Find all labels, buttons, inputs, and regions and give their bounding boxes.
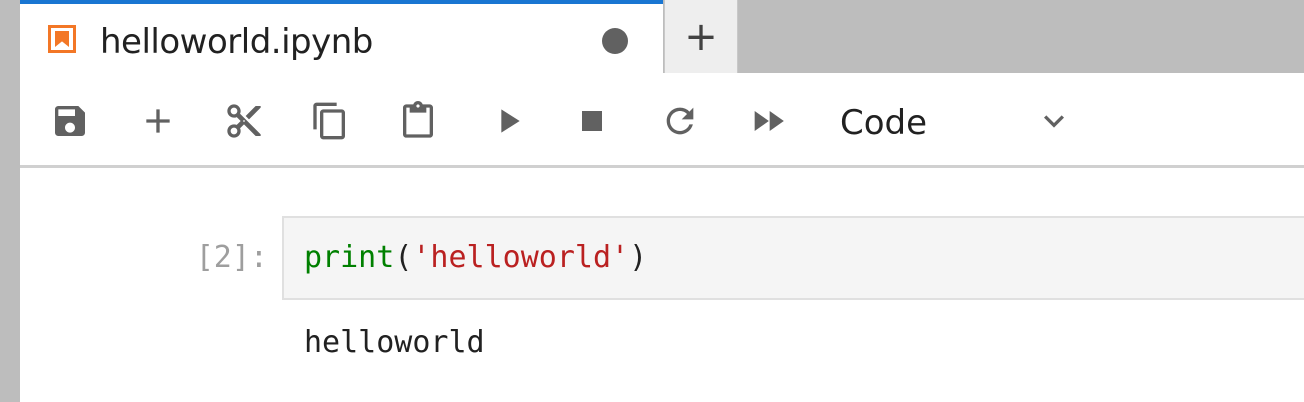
paste-icon [403, 101, 433, 138]
tab-bar: helloworld.ipynb + [0, 0, 1304, 73]
restart-button[interactable] [656, 97, 704, 145]
cut-button[interactable] [220, 97, 268, 145]
tab-helloworld[interactable]: helloworld.ipynb [20, 0, 663, 73]
code-string: 'helloworld' [412, 240, 630, 275]
code-cell-editor[interactable]: print('helloworld') [282, 216, 1304, 300]
add-icon [146, 109, 170, 133]
stop-icon [582, 111, 602, 131]
copy-icon [313, 102, 345, 140]
run-all-button[interactable] [744, 97, 792, 145]
notebook-panel: Code [2]: print('helloworld') helloworld [20, 73, 1304, 402]
save-button[interactable] [46, 97, 94, 145]
code-close-paren: ) [629, 240, 648, 275]
cell-prompt: [2]: [195, 240, 268, 275]
refresh-icon [666, 107, 694, 135]
tab-title: helloworld.ipynb [100, 22, 373, 62]
interrupt-button[interactable] [568, 97, 616, 145]
unsaved-indicator-icon[interactable] [602, 28, 628, 54]
cell-output: helloworld [304, 325, 485, 360]
paste-button[interactable] [394, 97, 442, 145]
new-tab-button[interactable]: + [664, 0, 738, 73]
fast-forward-icon [754, 111, 784, 131]
code-builtin: print [304, 240, 395, 275]
run-icon [501, 109, 520, 133]
run-button[interactable] [484, 97, 532, 145]
notebook-icon [48, 25, 76, 53]
code-line[interactable]: print('helloworld') [304, 240, 647, 275]
chevron-down-icon [1044, 115, 1064, 128]
code-open-paren: ( [394, 240, 413, 275]
insert-cell-button[interactable] [134, 97, 182, 145]
cell-type-dropdown[interactable]: Code [840, 103, 927, 143]
cut-icon [227, 104, 261, 138]
cell-type-dropdown-toggle[interactable] [1030, 97, 1078, 145]
notebook-toolbar: Code [20, 73, 1304, 168]
copy-button[interactable] [306, 97, 354, 145]
save-icon [55, 106, 85, 136]
